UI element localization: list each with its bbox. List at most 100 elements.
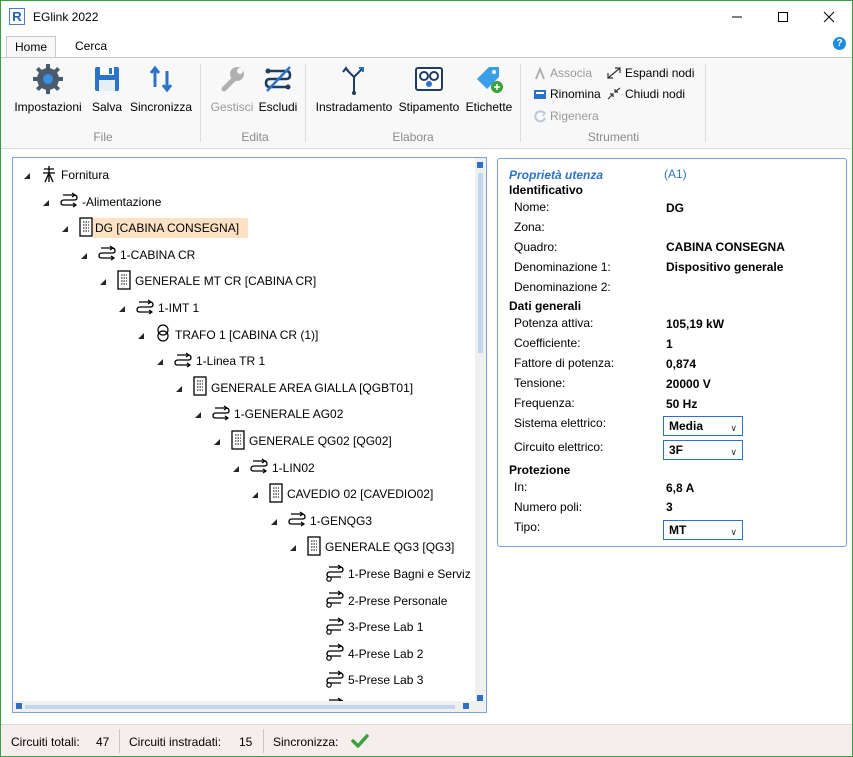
expand-toggle-icon[interactable] — [79, 250, 89, 260]
expand-toggle-icon[interactable] — [193, 409, 203, 419]
group-file-label: File — [93, 130, 113, 144]
tensione-value: 20000 V — [666, 377, 711, 391]
tree-node[interactable]: TRAFO 1 [CABINA CR (1)] — [136, 324, 319, 345]
sincronizza-status-label: Sincronizza: — [273, 735, 339, 749]
expand-toggle-icon[interactable] — [231, 463, 241, 473]
wrench-icon — [221, 67, 244, 92]
expand-toggle-icon[interactable] — [250, 489, 260, 499]
app-logo-icon: R — [9, 8, 25, 25]
expand-toggle-icon[interactable] — [136, 330, 146, 340]
close-button[interactable] — [806, 1, 852, 32]
sincronizza-button[interactable]: Sincronizza — [130, 63, 192, 114]
tree-node-label: 1-GENQG3 — [310, 513, 373, 528]
potenza-value: 105,19 kW — [666, 317, 725, 331]
scroll-up-arrow[interactable] — [477, 162, 483, 168]
tree-node[interactable]: 2-Prese Personale — [307, 590, 447, 611]
tree-node[interactable]: GENERALE MT CR [CABINA CR] — [98, 270, 316, 291]
tree-node[interactable]: GENERALE QG02 [QG02] — [212, 429, 392, 451]
scroll-left-arrow[interactable] — [16, 703, 22, 709]
expand-toggle-icon[interactable] — [117, 303, 127, 313]
save-icon — [95, 67, 119, 91]
tree-vertical-scrollbar[interactable] — [475, 158, 486, 712]
expand-toggle-icon[interactable] — [174, 383, 184, 393]
gestisci-button[interactable]: Gestisci — [209, 63, 255, 114]
tree-node-label: Fornitura — [61, 168, 110, 182]
circuit-tree[interactable]: Fornitura -Alimentazione DG [CABINA CONSEG… — [12, 157, 487, 713]
section-dati-generali: Dati generali — [509, 299, 582, 313]
expand-toggle-icon[interactable] — [155, 356, 165, 366]
chiudi-nodi-button[interactable]: Chiudi nodi — [606, 86, 685, 102]
circuit-icon — [173, 352, 193, 371]
tree-node[interactable]: 1-IMT 1 — [117, 298, 199, 318]
tree-node-label: 1-LIN02 — [272, 460, 315, 475]
tree-node[interactable]: 3-Prese Lab 1 — [307, 617, 423, 637]
rigenera-button[interactable]: Rigenera — [533, 108, 599, 124]
tree-node[interactable]: 1-GENERALE AG02 — [193, 404, 343, 424]
sincronizza-label: Sincronizza — [130, 100, 193, 114]
sistema-elettrico-select[interactable]: Media ∨ — [663, 416, 743, 436]
associa-button[interactable]: Associa — [533, 65, 592, 81]
properties-title: Proprietà utenza — [509, 168, 604, 182]
group-elabora-label: Elabora — [392, 130, 434, 144]
expand-toggle-icon[interactable] — [269, 516, 279, 526]
expand-toggle-icon[interactable] — [60, 223, 70, 233]
group-edita-label: Edita — [241, 130, 269, 144]
salva-button[interactable]: Salva — [90, 63, 124, 114]
etichette-button[interactable]: Etichette — [464, 63, 514, 114]
maximize-icon — [778, 11, 788, 22]
scroll-thumb[interactable] — [25, 705, 455, 709]
group-strumenti-label: Strumenti — [587, 130, 640, 144]
scroll-down-arrow[interactable] — [477, 695, 483, 701]
tree-node[interactable]: DG [CABINA CONSEGNA] — [60, 217, 249, 239]
expand-toggle-icon[interactable] — [212, 436, 222, 446]
tree-node[interactable]: 1-Prese Bagni e Serviz — [307, 564, 471, 584]
scroll-thumb[interactable] — [478, 173, 483, 353]
stipamento-button[interactable]: Stipamento — [398, 63, 460, 114]
in-label: In: — [514, 480, 528, 494]
tree-node[interactable]: 1-CABINA CR — [79, 245, 195, 265]
tree-node[interactable]: GENERALE AREA GIALLA [QGBT01] — [174, 376, 413, 398]
tree-node[interactable]: 4-Prese Lab 2 — [307, 643, 424, 664]
cable-tray-icon — [415, 67, 443, 91]
minimize-button[interactable] — [714, 1, 760, 32]
expand-toggle-icon[interactable] — [98, 276, 108, 286]
impostazioni-button[interactable]: Impostazioni — [13, 63, 83, 114]
tree-node[interactable]: GENERALE QG3 [QG3] — [288, 536, 454, 559]
expand-toggle-icon[interactable] — [41, 197, 51, 207]
tree-node-label: 4-Prese Lab 2 — [348, 646, 424, 661]
tab-home[interactable]: Home — [6, 36, 57, 58]
coefficiente-label: Coefficiente: — [514, 336, 581, 350]
outlet-circuit-icon — [325, 617, 345, 638]
tree-node[interactable]: 1-Linea TR 1 — [155, 351, 265, 371]
tree-node[interactable]: Fornitura — [22, 165, 109, 185]
tree-node[interactable]: -Alimentazione — [41, 192, 161, 212]
tree-node[interactable]: 1-GENQG3 — [269, 511, 372, 531]
maximize-button[interactable] — [760, 1, 806, 32]
escludi-button[interactable]: Escludi — [258, 63, 298, 114]
properties-code: (A1) — [664, 167, 687, 181]
associa-label: Associa — [550, 66, 593, 80]
impostazioni-label: Impostazioni — [14, 100, 82, 114]
expand-toggle-icon[interactable] — [22, 170, 32, 180]
help-icon[interactable]: ? — [833, 37, 846, 50]
tab-cerca[interactable]: Cerca — [67, 36, 115, 58]
circuito-elettrico-select[interactable]: 3F ∨ — [663, 440, 743, 460]
instradamento-button[interactable]: Instradamento — [314, 63, 394, 114]
expand-toggle-icon[interactable] — [288, 542, 298, 552]
tree-node[interactable]: 5-Prese Lab 3 — [307, 670, 423, 690]
tree-node[interactable]: CAVEDIO 02 [CAVEDIO02] — [250, 483, 433, 504]
tipo-select[interactable]: MT ∨ — [663, 520, 743, 540]
denominazione1-value: Dispositivo generale — [666, 260, 784, 274]
associa-icon — [535, 66, 545, 80]
tree-horizontal-scrollbar[interactable] — [13, 701, 476, 712]
scroll-right-arrow[interactable] — [463, 703, 469, 709]
tree-node[interactable]: 1-LIN02 — [231, 458, 315, 478]
panel-icon — [306, 536, 322, 559]
tree-node-label: TRAFO 1 [CABINA CR (1)] — [175, 327, 319, 342]
outlet-circuit-icon — [325, 670, 345, 691]
supply-tower-icon — [40, 165, 58, 186]
rinomina-button[interactable]: Rinomina — [533, 86, 601, 102]
espandi-nodi-button[interactable]: Espandi nodi — [606, 65, 694, 81]
title-bar: R EGlink 2022 — [1, 1, 852, 32]
tree-node-label: 1-IMT 1 — [158, 301, 200, 315]
